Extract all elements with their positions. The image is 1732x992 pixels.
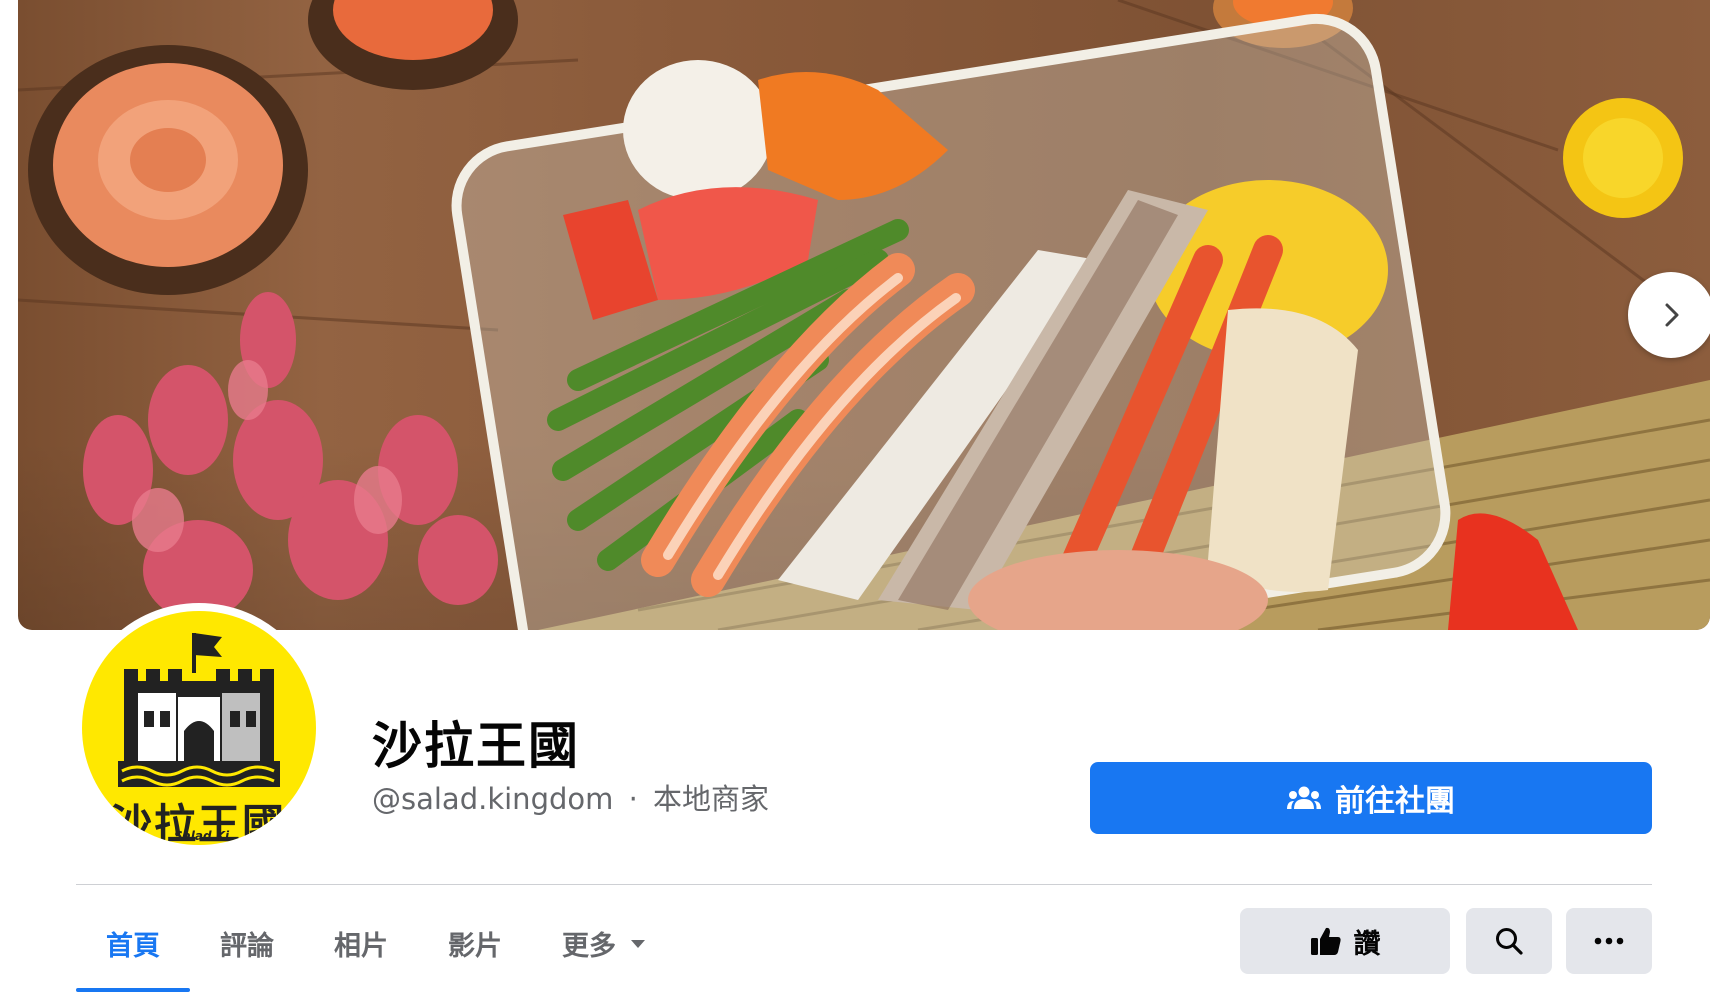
tab-more[interactable]: 更多 <box>532 895 676 992</box>
page-meta: @salad.kingdom · 本地商家 <box>372 776 769 818</box>
search-icon <box>1496 928 1523 955</box>
tab-videos-label: 影片 <box>448 931 502 962</box>
like-button[interactable]: 讚 <box>1240 908 1450 974</box>
search-button[interactable] <box>1466 908 1552 974</box>
logo: 沙拉王國 Salad Ki <box>82 611 316 845</box>
tab-more-label: 更多 <box>562 931 616 962</box>
more-dots-icon <box>1594 937 1624 945</box>
tab-videos[interactable]: 影片 <box>418 895 532 992</box>
tab-home-label: 首頁 <box>106 931 160 962</box>
tab-photos[interactable]: 相片 <box>304 895 418 992</box>
caret-down-icon <box>631 939 645 948</box>
tab-photos-label: 相片 <box>334 931 388 962</box>
tab-home[interactable]: 首頁 <box>76 895 190 992</box>
more-options-button[interactable] <box>1566 908 1652 974</box>
profile-avatar[interactable]: 沙拉王國 Salad Ki <box>74 603 324 853</box>
cover-photo-image <box>18 0 1710 630</box>
go-to-group-label: 前往社團 <box>1335 784 1455 819</box>
cover-photo[interactable] <box>18 0 1710 630</box>
page-title: 沙拉王國 <box>372 717 580 775</box>
tab-reviews[interactable]: 評論 <box>190 895 304 992</box>
group-icon <box>1287 786 1321 809</box>
page-tabs: 首頁 評論 相片 影片 更多 <box>76 895 676 992</box>
like-label: 讚 <box>1353 928 1381 960</box>
chevron-right-icon <box>1665 303 1679 327</box>
header-divider <box>76 884 1652 885</box>
tab-reviews-label: 評論 <box>220 931 274 962</box>
thumbs-up-icon <box>1310 927 1341 955</box>
next-photo-button[interactable] <box>1628 272 1710 358</box>
go-to-group-button[interactable]: 前往社團 <box>1090 762 1652 834</box>
logo-subtext: Salad Ki <box>174 829 230 843</box>
page-handle: @salad.kingdom <box>372 782 614 816</box>
meta-separator: · <box>628 782 638 816</box>
page-category[interactable]: 本地商家 <box>653 782 769 816</box>
